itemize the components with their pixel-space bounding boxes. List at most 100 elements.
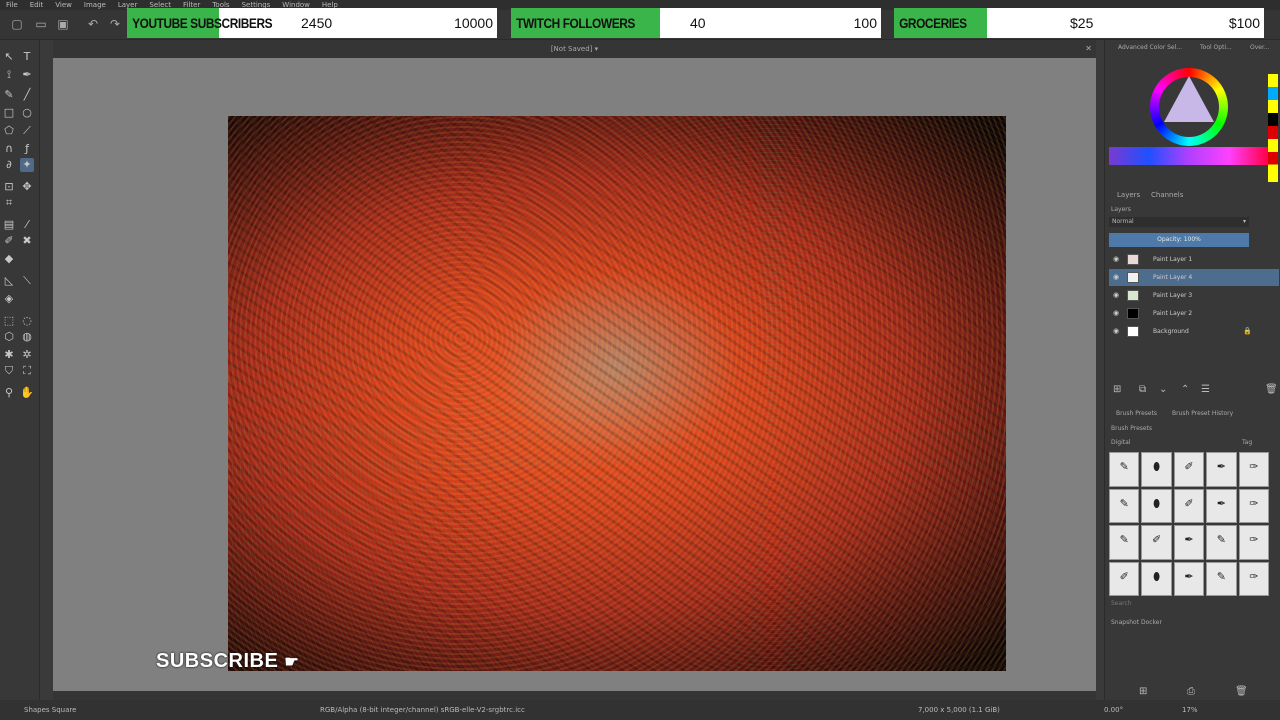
polygon-tool-icon[interactable]: ⬠ xyxy=(2,124,16,138)
reference-tool-icon[interactable]: ◈ xyxy=(2,292,16,306)
brush-preset-icon[interactable]: ⬮ xyxy=(1141,488,1172,523)
brush-preset-icon[interactable]: ✎ xyxy=(1109,525,1140,560)
brush-preset-icon[interactable]: ✎ xyxy=(1109,488,1140,523)
move-up-icon[interactable]: ⌃ xyxy=(1181,384,1189,395)
brush-preset-icon[interactable]: ✑ xyxy=(1238,561,1269,596)
menu-image[interactable]: Image xyxy=(84,0,106,10)
brush-search-input[interactable]: Search xyxy=(1111,600,1132,607)
multibrush-icon[interactable]: ✦ xyxy=(20,158,34,172)
document-tab[interactable]: [Not Saved] ▾ ✕ xyxy=(53,40,1096,58)
eye-icon[interactable]: ◉ xyxy=(1113,269,1119,286)
eye-icon[interactable]: ◉ xyxy=(1113,323,1119,340)
brush-tag-select[interactable]: Digital xyxy=(1111,439,1130,446)
select-arrow-icon[interactable]: ↖ xyxy=(2,50,16,64)
rectangle-tool-icon[interactable]: □ xyxy=(2,106,16,120)
similar-select-icon[interactable]: ✲ xyxy=(20,348,34,362)
move-tool-icon[interactable]: ✥ xyxy=(20,180,34,194)
transform-tool-icon[interactable]: ⊡ xyxy=(2,180,16,194)
horizontal-scrollbar[interactable] xyxy=(53,691,1096,700)
new-document-icon[interactable]: ▢ xyxy=(10,17,24,31)
brush-preset-icon[interactable]: ✎ xyxy=(1206,561,1237,596)
brush-preset-icon[interactable]: ⬮ xyxy=(1141,452,1172,487)
status-rotation[interactable]: 0.00° xyxy=(1104,700,1123,720)
color-swatches[interactable] xyxy=(1268,74,1278,182)
ellipse-tool-icon[interactable]: ○ xyxy=(20,106,34,120)
edit-shapes-icon[interactable]: ⟟ xyxy=(2,68,16,82)
close-document-icon[interactable]: ✕ xyxy=(1085,40,1092,58)
brush-preset-icon[interactable]: ✎ xyxy=(1109,452,1140,487)
polygon-select-icon[interactable]: ⬡ xyxy=(2,330,16,344)
color-triangle[interactable] xyxy=(1164,76,1214,122)
brush-preset-icon[interactable]: ⬮ xyxy=(1141,561,1172,596)
calligraphy-icon[interactable]: ✒ xyxy=(20,68,34,82)
move-down-icon[interactable]: ⌄ xyxy=(1159,384,1167,395)
tab-brush-preset-history[interactable]: Brush Preset History xyxy=(1172,410,1233,417)
save-icon[interactable]: ▣ xyxy=(56,17,70,31)
tab-channels[interactable]: Channels xyxy=(1151,191,1183,199)
brush-preset-icon[interactable]: ✐ xyxy=(1141,525,1172,560)
brush-preset-icon[interactable]: ✐ xyxy=(1173,488,1205,523)
crop-tool-icon[interactable]: ⌗ xyxy=(2,196,16,210)
assistant-tool-icon[interactable]: ✖ xyxy=(20,234,34,248)
brush-tool-icon[interactable]: ✎ xyxy=(2,88,16,102)
gradient-tool-icon[interactable]: ▤ xyxy=(2,218,16,232)
delete-layer-icon[interactable]: 🗑 xyxy=(1265,384,1278,395)
tag-button[interactable]: Tag xyxy=(1242,439,1252,446)
duplicate-layer-icon[interactable]: ⧉ xyxy=(1139,384,1146,395)
magnetic-select-icon[interactable]: ⛶ xyxy=(20,364,34,378)
fill-tool-icon[interactable]: ◆ xyxy=(2,252,16,266)
zoom-tool-icon[interactable]: ⚲ xyxy=(2,386,16,400)
tab-layers[interactable]: Layers xyxy=(1117,191,1140,199)
camera-icon[interactable]: ⎙ xyxy=(1187,686,1195,697)
rect-select-icon[interactable]: ⬚ xyxy=(2,314,16,328)
opacity-slider[interactable]: Opacity: 100% xyxy=(1109,233,1249,247)
eye-icon[interactable]: ◉ xyxy=(1113,287,1119,304)
menu-file[interactable]: File xyxy=(6,0,18,10)
brush-preset-icon[interactable]: ✑ xyxy=(1238,488,1269,523)
layer-properties-icon[interactable]: ☰ xyxy=(1201,384,1210,395)
delete-snapshot-icon[interactable]: 🗑 xyxy=(1235,686,1248,697)
blend-mode-select[interactable]: Normal ▾ xyxy=(1109,217,1249,227)
brush-preset-icon[interactable]: ✒ xyxy=(1173,561,1205,596)
add-layer-icon[interactable]: ⊞ xyxy=(1113,384,1121,395)
menu-edit[interactable]: Edit xyxy=(30,0,44,10)
dynamic-brush-icon[interactable]: ∂ xyxy=(2,158,16,172)
bezier-tool-icon[interactable]: ∩ xyxy=(2,142,16,156)
pan-tool-icon[interactable]: ✋ xyxy=(20,386,34,400)
brush-preset-icon[interactable]: ✐ xyxy=(1109,561,1140,596)
menu-view[interactable]: View xyxy=(55,0,72,10)
freehand-select-icon[interactable]: ◍ xyxy=(20,330,34,344)
brush-preset-icon[interactable]: ✎ xyxy=(1206,525,1237,560)
layer-row[interactable]: ◉ Paint Layer 1 xyxy=(1109,251,1279,268)
eye-icon[interactable]: ◉ xyxy=(1113,251,1119,268)
freehand-path-icon[interactable]: ƒ xyxy=(20,142,34,156)
text-tool-icon[interactable]: T xyxy=(20,50,34,64)
smart-patch-icon[interactable]: ✐ xyxy=(2,234,16,248)
tab-overview[interactable]: Over... xyxy=(1250,44,1270,51)
brush-preset-icon[interactable]: ✑ xyxy=(1238,525,1269,560)
line-tool-icon[interactable]: ╱ xyxy=(20,88,34,102)
layer-row[interactable]: ◉ Background 🔒 xyxy=(1109,323,1279,340)
layer-row-selected[interactable]: ◉ Paint Layer 4 xyxy=(1109,269,1279,286)
contiguous-select-icon[interactable]: ✱ xyxy=(2,348,16,362)
redo-icon[interactable]: ↷ xyxy=(108,17,122,31)
eye-icon[interactable]: ◉ xyxy=(1113,305,1119,322)
layer-row[interactable]: ◉ Paint Layer 2 xyxy=(1109,305,1279,322)
bezier-select-icon[interactable]: ⛉ xyxy=(2,364,16,378)
brush-preset-icon[interactable]: ✑ xyxy=(1238,452,1269,487)
color-slider-bar[interactable] xyxy=(1109,147,1269,165)
color-picker-icon[interactable]: ⁄ xyxy=(20,218,34,232)
undo-icon[interactable]: ↶ xyxy=(86,17,100,31)
brush-preset-icon[interactable]: ✒ xyxy=(1206,488,1237,523)
ruler-tool-icon[interactable]: ⟍ xyxy=(20,274,34,288)
tab-advanced-color-selector[interactable]: Advanced Color Sel... xyxy=(1118,44,1182,51)
polyline-tool-icon[interactable]: ⟋ xyxy=(20,124,34,138)
layer-row[interactable]: ◉ Paint Layer 3 xyxy=(1109,287,1279,304)
open-folder-icon[interactable]: ▭ xyxy=(34,17,48,31)
add-snapshot-icon[interactable]: ⊞ xyxy=(1139,686,1147,697)
lock-icon[interactable]: 🔒 xyxy=(1243,323,1252,340)
tab-tool-options[interactable]: Tool Opti... xyxy=(1200,44,1232,51)
tab-brush-presets[interactable]: Brush Presets xyxy=(1116,410,1157,417)
status-zoom[interactable]: 17% xyxy=(1182,700,1198,720)
ellipse-select-icon[interactable]: ◌ xyxy=(20,314,34,328)
